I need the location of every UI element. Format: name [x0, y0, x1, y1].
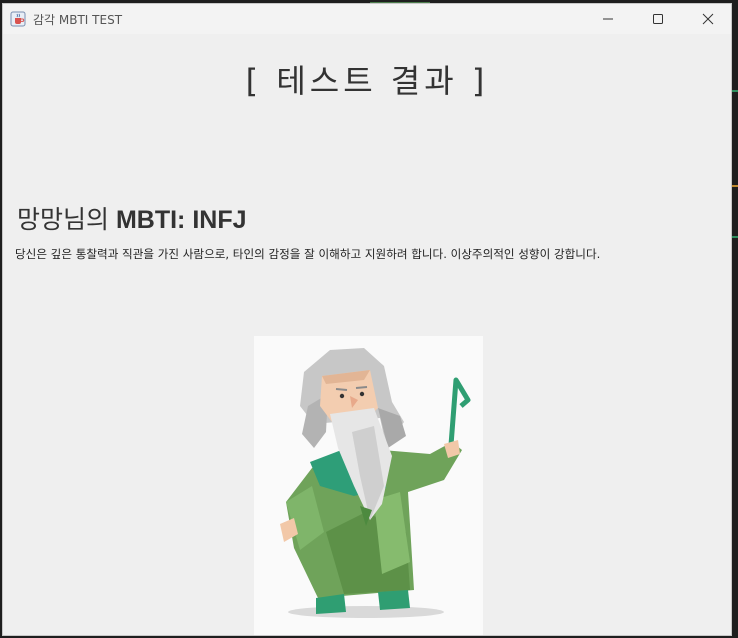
window-title: 감각 MBTI TEST	[33, 13, 123, 27]
desktop-background: 감각 MBTI TEST [ 테스트 결과 ] 망망님의 MBTI: INFJ …	[0, 0, 738, 638]
minimize-button[interactable]	[585, 4, 631, 34]
mbti-type-label: MBTI: INFJ	[115, 206, 247, 234]
java-cup-icon	[10, 11, 26, 27]
maximize-button[interactable]	[635, 4, 681, 34]
title-bar[interactable]: 감각 MBTI TEST	[3, 4, 731, 34]
wizard-character-image	[254, 336, 483, 635]
result-description: 당신은 깊은 통찰력과 직관을 가진 사람으로, 타인의 감정을 잘 이해하고 …	[15, 247, 601, 261]
mbti-result-line: 망망님의 MBTI: INFJ	[17, 200, 247, 236]
close-icon	[702, 13, 714, 25]
maximize-icon	[653, 14, 663, 24]
app-window: 감각 MBTI TEST [ 테스트 결과 ] 망망님의 MBTI: INFJ …	[2, 3, 732, 636]
close-button[interactable]	[685, 4, 731, 34]
minimize-icon	[603, 18, 613, 20]
user-name-label: 망망님의	[17, 206, 116, 234]
result-heading: [ 테스트 결과 ]	[245, 62, 489, 100]
